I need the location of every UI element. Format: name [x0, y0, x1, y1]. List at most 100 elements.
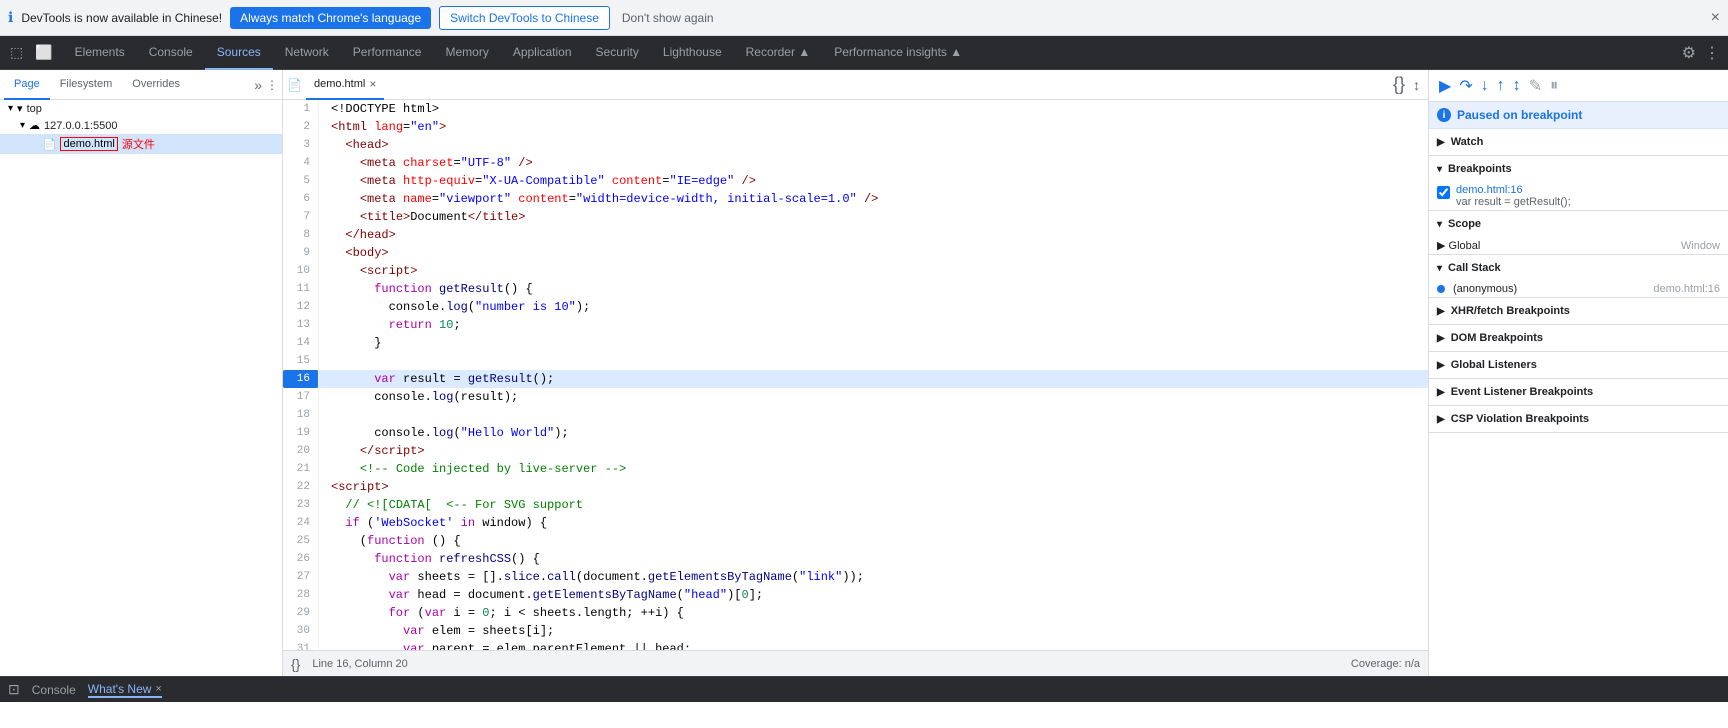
line-content: var parent = elem.parentElement || head;: [319, 640, 1428, 650]
code-line-11: 11 function getResult() {: [283, 280, 1428, 298]
code-line-24: 24 if ('WebSocket' in window) {: [283, 514, 1428, 532]
tab-elements[interactable]: Elements: [63, 36, 137, 70]
device-icon[interactable]: ⬜: [31, 42, 56, 63]
more-options-icon[interactable]: ⋮: [1704, 43, 1720, 63]
code-line-6: 6 <meta name="viewport" content="width=d…: [283, 190, 1428, 208]
code-line-18: 18: [283, 406, 1428, 424]
tab-recorder[interactable]: Recorder ▲: [734, 36, 823, 70]
console-toggle-icon[interactable]: ⊡: [8, 681, 20, 698]
callstack-header[interactable]: ▾ Call Stack: [1429, 255, 1728, 281]
settings-icon[interactable]: ⚙: [1682, 43, 1696, 63]
code-line-17: 17 console.log(result);: [283, 388, 1428, 406]
step-button[interactable]: ↕: [1511, 75, 1523, 97]
console-tab[interactable]: Console: [32, 683, 76, 697]
tab-performance-insights[interactable]: Performance insights ▲: [822, 36, 974, 70]
code-tab-label: demo.html: [314, 78, 365, 90]
tab-security[interactable]: Security: [584, 36, 651, 70]
notification-close-button[interactable]: ×: [1711, 9, 1720, 27]
dom-breakpoints-header[interactable]: ▶ DOM Breakpoints: [1429, 325, 1728, 351]
tab-performance[interactable]: Performance: [341, 36, 434, 70]
whats-new-close-icon[interactable]: ×: [155, 683, 161, 695]
cursor-position: Line 16, Column 20: [312, 658, 1351, 670]
callstack-item[interactable]: (anonymous) demo.html:16: [1429, 281, 1728, 297]
more-tabs-icon[interactable]: »: [254, 77, 262, 93]
xhr-breakpoints-header[interactable]: ▶ XHR/fetch Breakpoints: [1429, 298, 1728, 324]
pretty-print-button[interactable]: {}: [291, 656, 300, 672]
tree-item-server[interactable]: ▾ ☁ 127.0.0.1:5500: [0, 117, 282, 134]
switch-chinese-button[interactable]: Switch DevTools to Chinese: [439, 6, 610, 30]
breakpoints-header[interactable]: ▾ Breakpoints: [1429, 156, 1728, 182]
dom-breakpoints-section: ▶ DOM Breakpoints: [1429, 325, 1728, 352]
line-content: var elem = sheets[i];: [319, 622, 1428, 640]
scope-label: Scope: [1448, 218, 1481, 230]
info-icon: ℹ: [8, 9, 13, 26]
scope-header[interactable]: ▾ Scope: [1429, 211, 1728, 237]
line-number: 1: [283, 100, 319, 118]
line-content: <meta name="viewport" content="width=dev…: [319, 190, 1428, 208]
nav-icons: ⬚ ⬜: [0, 42, 63, 63]
dom-breakpoints-label: DOM Breakpoints: [1451, 332, 1543, 344]
line-number: 13: [283, 316, 319, 334]
whats-new-tab[interactable]: What's New ×: [88, 682, 162, 698]
event-listener-breakpoints-header[interactable]: ▶ Event Listener Breakpoints: [1429, 379, 1728, 405]
code-editor[interactable]: 1 <!DOCTYPE html> 2 <html lang="en"> 3 <…: [283, 100, 1428, 650]
tab-memory[interactable]: Memory: [433, 36, 500, 70]
breakpoint-code: var result = getResult();: [1456, 196, 1571, 208]
tree-item-top[interactable]: ▾ ▾ top: [0, 100, 282, 117]
callstack-function: (anonymous): [1453, 283, 1645, 295]
watch-header[interactable]: ▶ Watch: [1429, 129, 1728, 155]
global-listeners-header[interactable]: ▶ Global Listeners: [1429, 352, 1728, 378]
left-panel-tabs: Page Filesystem Overrides » ⋮: [0, 70, 282, 100]
step-over-button[interactable]: ↷: [1457, 74, 1474, 98]
deactivate-breakpoints-button[interactable]: ✎: [1527, 74, 1544, 98]
tab-overrides[interactable]: Overrides: [122, 70, 190, 100]
event-listener-arrow-icon: ▶: [1437, 387, 1445, 398]
inspect-icon[interactable]: ⬚: [6, 42, 27, 63]
resume-button[interactable]: ▶: [1437, 74, 1453, 98]
code-line-19: 19 console.log("Hello World");: [283, 424, 1428, 442]
global-listeners-arrow-icon: ▶: [1437, 360, 1445, 371]
code-tab-demo[interactable]: demo.html ×: [306, 70, 384, 100]
step-out-button[interactable]: ↑: [1495, 75, 1507, 97]
line-content: return 10;: [319, 316, 1428, 334]
breakpoint-checkbox[interactable]: [1437, 186, 1450, 199]
match-language-button[interactable]: Always match Chrome's language: [230, 7, 431, 29]
code-line-28: 28 var head = document.getElementsByTagN…: [283, 586, 1428, 604]
left-panel: Page Filesystem Overrides » ⋮ ▾ ▾ top ▾ …: [0, 70, 283, 676]
csp-violation-header[interactable]: ▶ CSP Violation Breakpoints: [1429, 406, 1728, 432]
code-line-20: 20 </script>: [283, 442, 1428, 460]
tab-application[interactable]: Application: [501, 36, 584, 70]
code-line-5: 5 <meta http-equiv="X-UA-Compatible" con…: [283, 172, 1428, 190]
tab-lighthouse[interactable]: Lighthouse: [651, 36, 734, 70]
source-label: 源文件: [122, 136, 155, 152]
scroll-to-breakpoint-button[interactable]: ↕: [1409, 77, 1424, 93]
tree-item-demo-html[interactable]: 📄 demo.html 源文件: [0, 134, 282, 154]
line-content: console.log("number is 10");: [319, 298, 1428, 316]
line-number: 2: [283, 118, 319, 136]
right-panel: ▶ ↷ ↓ ↑ ↕ ✎ ⏸ i Paused on breakpoint ▶ W…: [1428, 70, 1728, 676]
code-line-1: 1 <!DOCTYPE html>: [283, 100, 1428, 118]
line-content: console.log("Hello World");: [319, 424, 1428, 442]
right-icons: ⚙ ⋮: [1674, 43, 1728, 63]
breakpoint-file: demo.html:16: [1456, 184, 1571, 196]
breakpoints-arrow-icon: ▾: [1437, 164, 1442, 175]
dont-show-link[interactable]: Don't show again: [622, 11, 714, 25]
scope-global-item[interactable]: ▶ Global Window: [1429, 237, 1728, 254]
line-number-breakpoint: 16: [283, 370, 319, 388]
tab-page[interactable]: Page: [4, 70, 50, 100]
step-into-button[interactable]: ↓: [1479, 75, 1491, 97]
line-number: 31: [283, 640, 319, 650]
panel-more-options-icon[interactable]: ⋮: [266, 78, 278, 92]
line-number: 11: [283, 280, 319, 298]
tab-sources[interactable]: Sources: [205, 36, 273, 70]
code-tab-close-icon[interactable]: ×: [369, 77, 376, 91]
file-name-label: demo.html: [60, 137, 117, 151]
xhr-arrow-icon: ▶: [1437, 306, 1445, 317]
tab-console[interactable]: Console: [137, 36, 205, 70]
pause-on-exceptions-button[interactable]: ⏸: [1548, 75, 1560, 97]
tab-filesystem[interactable]: Filesystem: [50, 70, 123, 100]
tab-network[interactable]: Network: [273, 36, 341, 70]
line-number: 27: [283, 568, 319, 586]
format-button[interactable]: {}: [1389, 74, 1409, 95]
code-line-25: 25 (function () {: [283, 532, 1428, 550]
